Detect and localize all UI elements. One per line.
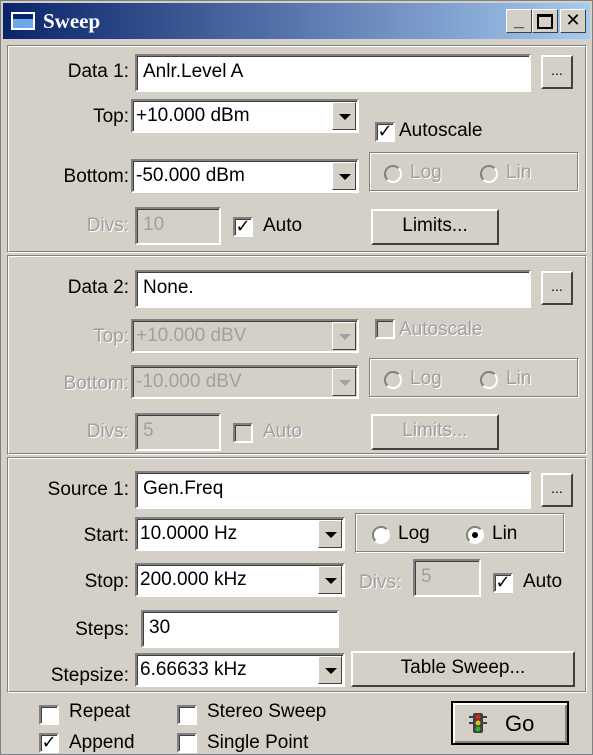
data1-auto-label: Auto: [263, 215, 303, 236]
data2-limits-button: Limits...: [371, 414, 499, 450]
append-checkbox[interactable]: ✓: [39, 733, 59, 753]
data2-autoscale-label: Autoscale: [399, 319, 483, 340]
data1-divs-label: Divs:: [86, 215, 129, 236]
close-icon: ✕: [565, 10, 581, 30]
go-button[interactable]: Go: [451, 701, 569, 745]
maximize-icon: [537, 14, 553, 29]
data1-lin-radio: [480, 165, 498, 183]
single-point-checkbox[interactable]: [177, 733, 197, 753]
source1-log-radio[interactable]: [372, 526, 390, 544]
data2-auto-checkbox: [233, 423, 253, 443]
source1-steps-label: Steps:: [75, 619, 129, 640]
source1-start-value: 10.0000 Hz: [140, 523, 238, 544]
checkmark-icon: ✓: [235, 216, 251, 236]
source1-lin-radio[interactable]: [466, 526, 484, 544]
data2-bottom-value: -10.000 dBV: [136, 371, 242, 392]
data2-auto-label: Auto: [263, 421, 303, 442]
data2-lin-label: Lin: [506, 368, 532, 389]
source1-log-label: Log: [398, 523, 430, 544]
data1-input[interactable]: Anlr.Level A: [135, 54, 531, 92]
checkmark-icon: ✓: [377, 121, 393, 141]
source1-label: Source 1:: [47, 479, 129, 500]
source1-scale-group: Log Lin: [355, 513, 565, 553]
stereo-sweep-label: Stereo Sweep: [207, 701, 327, 722]
chevron-down-icon[interactable]: [318, 520, 342, 548]
data1-log-radio: [384, 165, 402, 183]
data2-log-radio: [384, 371, 402, 389]
data1-divs-input: 10: [135, 207, 221, 245]
data1-autoscale-label: Autoscale: [399, 120, 483, 141]
append-label: Append: [69, 732, 135, 753]
repeat-checkbox[interactable]: [39, 705, 59, 725]
data1-top-label: Top:: [93, 106, 129, 127]
data2-browse-button[interactable]: ...: [541, 271, 573, 305]
data2-bottom-label: Bottom:: [63, 373, 129, 394]
data2-label: Data 2:: [67, 277, 129, 298]
source1-browse-button[interactable]: ...: [541, 473, 573, 507]
source1-divs-input: 5: [413, 559, 481, 597]
source1-divs-label: Divs:: [359, 572, 402, 593]
window-title: Sweep: [43, 9, 101, 33]
chevron-down-icon[interactable]: [318, 656, 342, 684]
close-button[interactable]: ✕: [560, 9, 586, 33]
source1-input[interactable]: Gen.Freq: [135, 471, 531, 509]
sweep-window: Sweep _ ✕ Data 1: Anlr.Level A ... Top: …: [0, 0, 593, 755]
minimize-icon: _: [513, 10, 524, 30]
data2-log-label: Log: [410, 368, 442, 389]
data2-top-combo: +10.000 dBV: [131, 319, 359, 353]
source1-start-label: Start:: [83, 525, 129, 546]
checkmark-icon: ✓: [495, 572, 511, 592]
source1-start-combo[interactable]: 10.0000 Hz: [135, 517, 345, 551]
data1-log-label: Log: [410, 162, 442, 183]
source1-stepsize-value: 6.66633 kHz: [140, 659, 247, 680]
data2-lin-radio: [480, 371, 498, 389]
maximize-button[interactable]: [532, 9, 558, 33]
source1-lin-label: Lin: [492, 523, 518, 544]
chevron-down-icon[interactable]: [332, 162, 356, 190]
data1-top-combo[interactable]: +10.000 dBm: [131, 99, 359, 133]
repeat-label: Repeat: [69, 701, 131, 722]
source1-steps-input[interactable]: 30: [141, 610, 339, 648]
data1-limits-button[interactable]: Limits...: [371, 209, 499, 245]
data1-bottom-value: -50.000 dBm: [136, 165, 245, 186]
data1-bottom-label: Bottom:: [63, 166, 129, 187]
data2-input[interactable]: None.: [135, 270, 531, 308]
stereo-sweep-checkbox[interactable]: [177, 705, 197, 725]
data1-autoscale-checkbox[interactable]: ✓: [375, 122, 395, 142]
data1-label: Data 1:: [67, 61, 129, 82]
title-bar[interactable]: Sweep _ ✕: [3, 3, 590, 39]
source1-auto-checkbox[interactable]: ✓: [493, 573, 513, 593]
data1-lin-label: Lin: [506, 162, 532, 183]
source1-stop-value: 200.000 kHz: [140, 569, 247, 590]
traffic-light-icon: [469, 713, 487, 733]
data2-divs-label: Divs:: [86, 421, 129, 442]
window-app-icon: [11, 12, 35, 30]
table-sweep-button[interactable]: Table Sweep...: [351, 651, 575, 687]
chevron-down-icon: [332, 368, 356, 396]
data2-bottom-combo: -10.000 dBV: [131, 365, 359, 399]
data1-auto-checkbox[interactable]: ✓: [233, 217, 253, 237]
single-point-label: Single Point: [207, 732, 309, 753]
go-label: Go: [505, 711, 535, 736]
data2-scale-group: Log Lin: [369, 358, 579, 398]
data2-top-label: Top:: [93, 326, 129, 347]
source1-stop-combo[interactable]: 200.000 kHz: [135, 563, 345, 597]
data2-divs-input: 5: [135, 413, 221, 451]
source1-auto-label: Auto: [523, 571, 563, 592]
data2-top-value: +10.000 dBV: [136, 325, 247, 346]
data2-autoscale-checkbox: [375, 319, 395, 339]
source1-stepsize-label: Stepsize:: [50, 665, 129, 686]
chevron-down-icon[interactable]: [332, 102, 356, 130]
chevron-down-icon: [332, 322, 356, 350]
data1-scale-group: Log Lin: [369, 152, 579, 192]
data1-bottom-combo[interactable]: -50.000 dBm: [131, 159, 359, 193]
source1-stepsize-combo[interactable]: 6.66633 kHz: [135, 653, 345, 687]
minimize-button[interactable]: _: [506, 9, 532, 33]
data1-top-value: +10.000 dBm: [136, 105, 250, 126]
source1-stop-label: Stop:: [84, 571, 129, 592]
data1-browse-button[interactable]: ...: [541, 55, 573, 89]
checkmark-icon: ✓: [41, 732, 57, 752]
chevron-down-icon[interactable]: [318, 566, 342, 594]
